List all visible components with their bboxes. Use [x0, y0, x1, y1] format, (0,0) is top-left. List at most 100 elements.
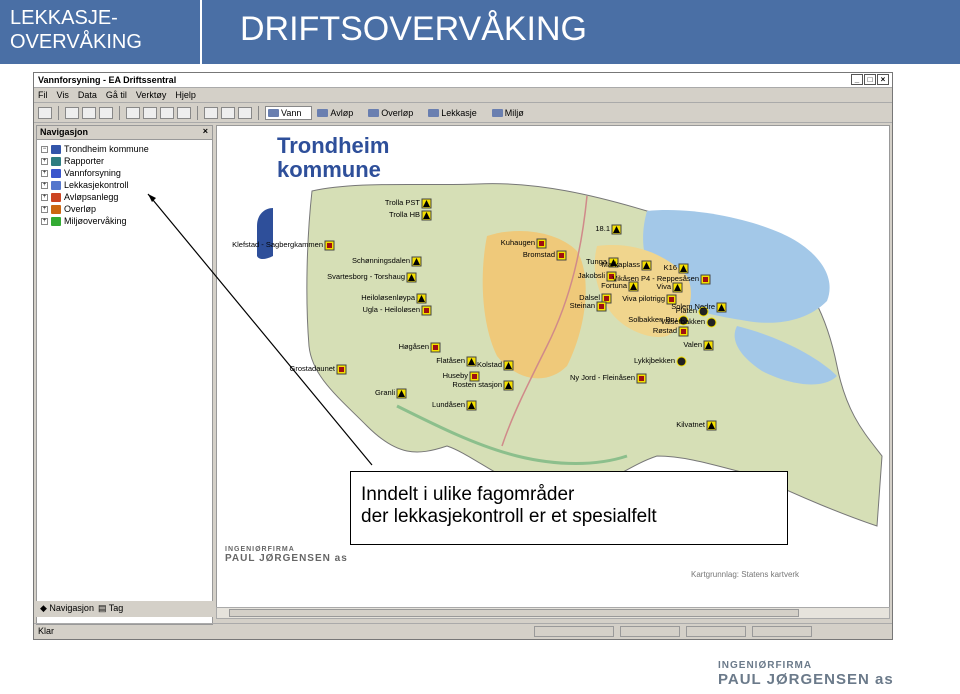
station-marker[interactable]: [706, 317, 717, 328]
station-label: Solem Nedre: [671, 302, 715, 311]
tree-item-avlopsanlegg[interactable]: + Avløpsanlegg: [39, 191, 210, 203]
logo-line-top: Trondheim: [277, 133, 390, 158]
tool1-icon[interactable]: [204, 106, 218, 119]
expand-icon[interactable]: +: [41, 193, 48, 201]
window-titlebar: Vannforsyning - EA Driftssentral _ □ ×: [34, 73, 892, 88]
preview-icon[interactable]: [82, 106, 96, 119]
station-square-icon: [433, 345, 438, 350]
station-label: Viva pilotrigg: [622, 294, 665, 303]
view2-icon[interactable]: [143, 106, 157, 119]
minimize-button[interactable]: _: [851, 74, 863, 85]
station-label: Schønningsdalen: [352, 256, 410, 265]
station-square-icon: [539, 241, 544, 246]
tree-item-label: Miljøovervåking: [64, 216, 127, 226]
menu-bar: Fil Vis Data Gå til Verktøy Hjelp: [34, 88, 892, 103]
tab-label: Overløp: [381, 107, 414, 118]
station-label: K16: [664, 263, 677, 272]
station-label: Ny Jord - Fleinåsen: [570, 373, 635, 382]
tab-label: Lekkasje: [441, 107, 477, 118]
station-label: Viva: [657, 282, 672, 291]
menu-vis[interactable]: Vis: [57, 90, 69, 100]
section-title: LEKKASJE- OVERVÅKING: [0, 0, 200, 64]
credit-line-bottom: PAUL JØRGENSEN as: [225, 553, 348, 564]
navigation-title: Navigasjon: [40, 127, 89, 137]
tab-miljo[interactable]: Miljø: [490, 106, 534, 120]
folder-icon: [317, 108, 329, 117]
folder-icon: [51, 204, 61, 214]
folder-icon: [51, 168, 61, 178]
expand-icon[interactable]: −: [41, 145, 48, 153]
tab-vann[interactable]: Vann: [265, 105, 313, 120]
folder-icon: [491, 108, 503, 117]
close-icon[interactable]: ×: [203, 126, 208, 136]
status-cell: [686, 626, 746, 637]
station-label: 18.1: [595, 224, 610, 233]
footer-company-top: INGENIØRFIRMA: [718, 660, 813, 671]
tab-navigasjon[interactable]: ◆ Navigasjon: [40, 603, 94, 615]
expand-icon[interactable]: +: [41, 205, 48, 213]
tree-item-trondheim[interactable]: − Trondheim kommune: [39, 143, 210, 155]
station-square-icon: [472, 374, 477, 379]
map-credit: INGENIØRFIRMA PAUL JØRGENSEN as: [225, 546, 348, 564]
tab-lekkasje[interactable]: Lekkasje: [426, 106, 487, 120]
tool2-icon[interactable]: [221, 106, 235, 119]
tab-avlop[interactable]: Avløp: [315, 106, 363, 120]
station-label: Markaplass: [602, 260, 641, 269]
menu-hjelp[interactable]: Hjelp: [175, 90, 196, 100]
tree-item-label: Lekkasjekontroll: [64, 180, 129, 190]
menu-verktoy[interactable]: Verktøy: [136, 90, 167, 100]
tree-item-label: Vannforsyning: [64, 168, 121, 178]
help-icon[interactable]: [99, 106, 113, 119]
view4-icon[interactable]: [177, 106, 191, 119]
station-square-icon: [599, 304, 604, 309]
menu-data[interactable]: Data: [78, 90, 97, 100]
tree-item-miljoovervaking[interactable]: + Miljøovervåking: [39, 215, 210, 227]
station-label: Trolla PST: [385, 198, 421, 207]
horizontal-scrollbar[interactable]: [216, 607, 890, 619]
station-label: Heiloløsenløypa: [361, 293, 416, 302]
close-button[interactable]: ×: [877, 74, 889, 85]
status-cell: [620, 626, 680, 637]
station-label: Trolla HB: [389, 210, 420, 219]
map-attribution: Kartgrunnlag: Statens kartverk: [691, 570, 800, 579]
app-window: Vannforsyning - EA Driftssentral _ □ × F…: [33, 72, 893, 640]
station-square-icon: [424, 308, 429, 313]
view3-icon[interactable]: [160, 106, 174, 119]
print-icon[interactable]: [65, 106, 79, 119]
tree-item-overlop[interactable]: + Overløp: [39, 203, 210, 215]
station-square-icon: [327, 243, 332, 248]
tree-item-vannforsyning[interactable]: + Vannforsyning: [39, 167, 210, 179]
tree-item-lekkasjekontroll[interactable]: + Lekkasjekontroll: [39, 179, 210, 191]
station-marker[interactable]: [676, 356, 687, 367]
station-label: Ugla - Heiloløsen: [362, 305, 420, 314]
folder-icon: [51, 180, 61, 190]
status-cell: [534, 626, 614, 637]
tree-item-label: Avløpsanlegg: [64, 192, 119, 202]
station-label: Lundåsen: [432, 400, 465, 409]
tab-label: Miljø: [504, 107, 524, 118]
tab-overlop[interactable]: Overløp: [366, 106, 423, 120]
view1-icon[interactable]: [126, 106, 140, 119]
callout-box: Inndelt i ulike fagområder der lekkasjek…: [350, 471, 788, 545]
station-label: Rosten stasjon: [452, 380, 502, 389]
station-square-icon: [681, 329, 686, 334]
expand-icon[interactable]: +: [41, 157, 48, 165]
logo-line-bottom: kommune: [277, 157, 381, 182]
tab-label: Navigasjon: [49, 603, 94, 613]
tab-tag[interactable]: ▤ Tag: [98, 603, 123, 615]
status-text: Klar: [38, 626, 55, 636]
scrollbar-thumb[interactable]: [229, 609, 799, 617]
maximize-button[interactable]: □: [864, 74, 876, 85]
tool3-icon[interactable]: [238, 106, 252, 119]
expand-icon[interactable]: +: [41, 169, 48, 177]
folder-icon: [368, 108, 380, 117]
menu-fil[interactable]: Fil: [38, 90, 48, 100]
new-icon[interactable]: [38, 106, 52, 119]
expand-icon[interactable]: +: [41, 181, 48, 189]
expand-icon[interactable]: +: [41, 217, 48, 225]
menu-ga-til[interactable]: Gå til: [106, 90, 127, 100]
station-square-icon: [639, 376, 644, 381]
tree-item-rapporter[interactable]: + Rapporter: [39, 155, 210, 167]
callout-line-2: der lekkasjekontroll er et spesialfelt: [361, 506, 657, 527]
station-label: Valen: [683, 340, 702, 349]
